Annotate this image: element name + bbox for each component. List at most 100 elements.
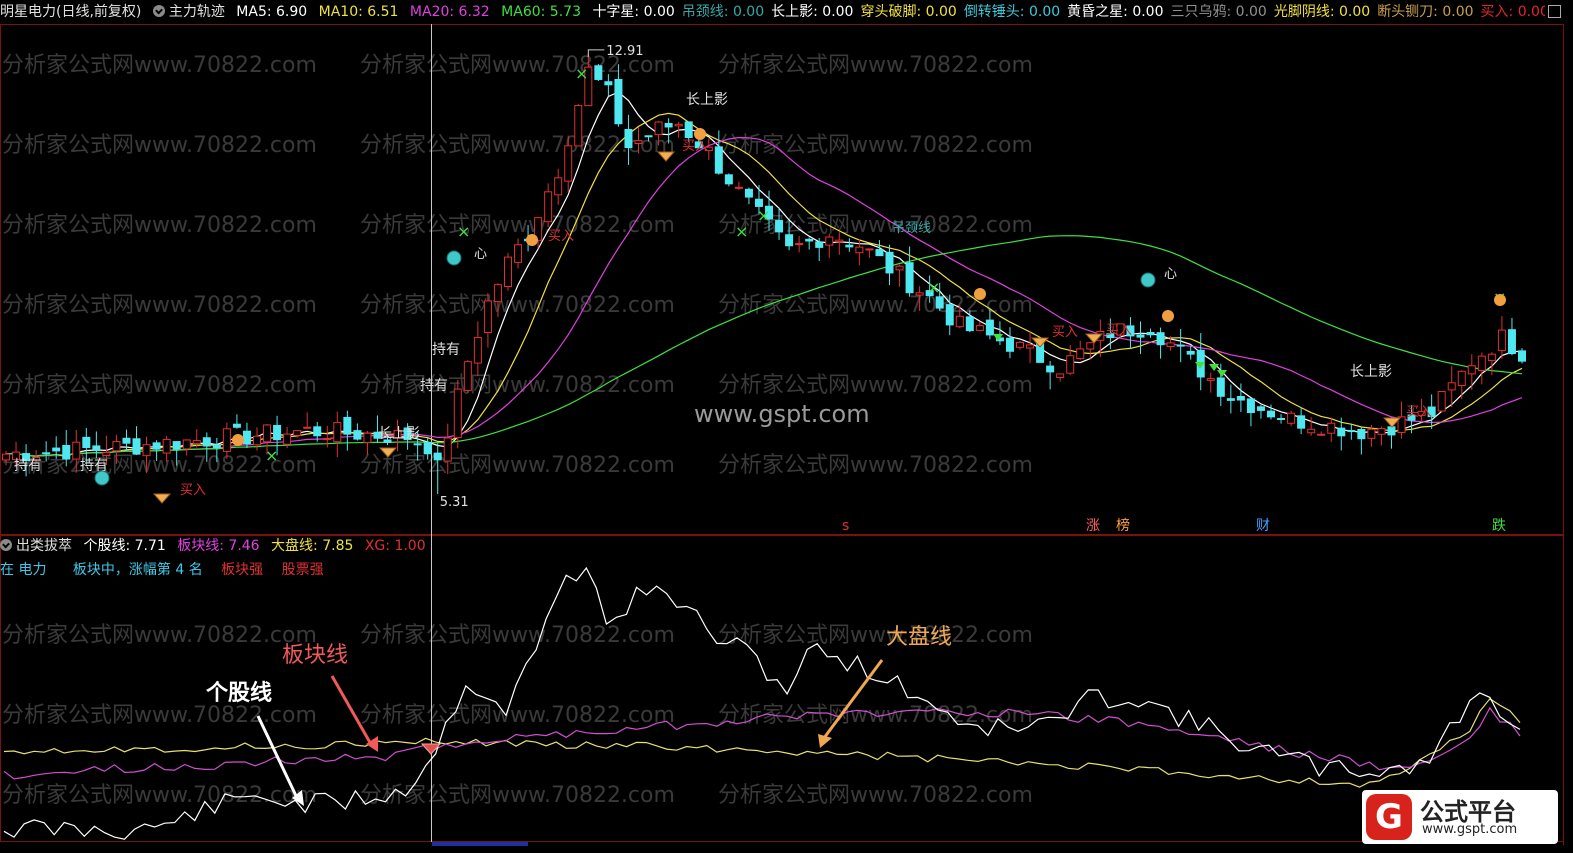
candle-body: [1477, 355, 1486, 371]
candle-body: [1297, 415, 1306, 429]
hold-label: 持有: [420, 378, 448, 394]
candle-body: [242, 430, 251, 445]
orange-signal-icon: [974, 288, 986, 300]
watermark: 分析家公式网www.70822.com: [718, 783, 1033, 808]
annotation-sector-line: 板块线: [282, 643, 348, 668]
candle: [1297, 407, 1306, 435]
candle-body: [2, 453, 10, 461]
hold-label: 持有: [14, 458, 42, 474]
candle-body: [1317, 433, 1326, 436]
ma20-value: MA20: 6.32: [409, 4, 490, 20]
sub-indicator-toggle[interactable]: 出类拔萃: [0, 538, 72, 554]
candle-body: [1026, 344, 1035, 349]
candle-body: [865, 248, 874, 251]
candle-body: [1246, 398, 1255, 413]
stock-strong: 股票强: [281, 562, 324, 578]
candle-body: [493, 284, 502, 303]
orange-signal-icon: [1494, 294, 1506, 306]
candle: [1005, 327, 1014, 359]
candle: [574, 103, 583, 147]
orange-signal-icon: [232, 434, 244, 446]
candle-body: [935, 296, 944, 309]
buy-diamond-icon: [152, 493, 172, 504]
candle: [734, 181, 743, 190]
candle-body: [273, 424, 282, 441]
candle-body: [594, 65, 603, 80]
market-line-value: 大盘线: 7.85: [271, 538, 354, 554]
candle-body: [463, 361, 472, 391]
candle-body: [1216, 377, 1225, 397]
candle-body: [343, 416, 352, 435]
candle-body: [634, 140, 643, 145]
candle-body: [323, 438, 332, 441]
candle-body: [1387, 426, 1396, 436]
check-circle-icon: [1140, 272, 1156, 288]
green-cross-icon: ×: [927, 278, 940, 297]
candle-body: [1487, 353, 1496, 361]
candle-body: [1166, 342, 1175, 348]
candle: [1287, 410, 1296, 427]
candle: [1357, 426, 1366, 455]
sub-indicator-bar: 出类拔萃 个股线: 7.71 板块线: 7.46 大盘线: 7.85 XG: 1…: [0, 534, 1560, 558]
candle-body: [283, 433, 292, 445]
candle: [1397, 401, 1406, 439]
candle: [1016, 340, 1025, 350]
candle: [1186, 345, 1195, 360]
green-cross-icon: ×: [457, 222, 470, 241]
stock-title: 明星电力(日线,前复权): [0, 4, 142, 20]
sub-indicator-name: 出类拔萃: [16, 538, 72, 554]
candle-body: [1337, 427, 1346, 437]
green-cross-icon: ×: [575, 64, 588, 83]
candle-body: [975, 325, 984, 331]
candle-body: [1005, 337, 1014, 352]
candle-body: [1236, 395, 1245, 401]
candle: [353, 423, 362, 441]
candle-body: [92, 445, 101, 452]
candle: [1387, 423, 1396, 449]
pattern-item-6: 三只乌鸦: 0.00: [1170, 4, 1267, 20]
watermark: 分析家公式网www.70822.com: [718, 133, 1033, 158]
candle-body: [1156, 332, 1165, 346]
window-restore-icon[interactable]: [1548, 5, 1561, 18]
candle-body: [363, 432, 372, 443]
candle-body: [845, 244, 854, 248]
candle: [514, 238, 523, 269]
indicator-toggle[interactable]: 主力轨迹: [152, 4, 225, 20]
candle: [1226, 384, 1235, 414]
buy-label: 买入: [180, 483, 206, 498]
candle: [875, 240, 884, 257]
chart-canvas[interactable]: 分析家公式网www.70822.com 分析家公式网www.70822.com 分析…: [0, 0, 1573, 853]
buy-label: 买入: [1406, 405, 1432, 420]
candle: [1477, 352, 1486, 385]
candle: [333, 411, 342, 458]
candle-body: [965, 316, 974, 332]
candle-body: [1076, 348, 1085, 360]
candle-body: [293, 430, 302, 436]
candle-body: [1457, 370, 1466, 387]
candle-body: [644, 135, 653, 138]
pattern-item-8: 断头铡刀: 0.00: [1377, 4, 1474, 20]
candle-body: [1086, 342, 1095, 350]
candle: [343, 410, 352, 451]
candle-body: [433, 452, 442, 461]
candle-body: [795, 243, 804, 246]
watermark: 分析家公式网www.70822.com: [718, 373, 1033, 398]
info-marker: 财: [1256, 518, 1270, 534]
sub-info-row: 在 电力 板块中，涨幅第 4 名 板块强 股票强: [0, 558, 1560, 582]
candle: [132, 426, 141, 456]
candle: [1457, 370, 1466, 400]
candle-body: [172, 441, 181, 450]
candle-body: [192, 440, 201, 445]
candle: [1076, 340, 1085, 361]
candle: [1026, 331, 1035, 364]
candle-body: [222, 428, 231, 452]
annotation-market-line: 大盘线: [886, 625, 952, 650]
candle-body: [303, 426, 312, 429]
candle: [544, 183, 553, 228]
candle: [744, 187, 753, 205]
candle-body: [453, 388, 462, 439]
selection-strip: [432, 842, 528, 846]
candle-body: [483, 300, 492, 333]
ma60-value: MA60: 5.73: [501, 4, 581, 20]
candle-body: [744, 188, 753, 198]
